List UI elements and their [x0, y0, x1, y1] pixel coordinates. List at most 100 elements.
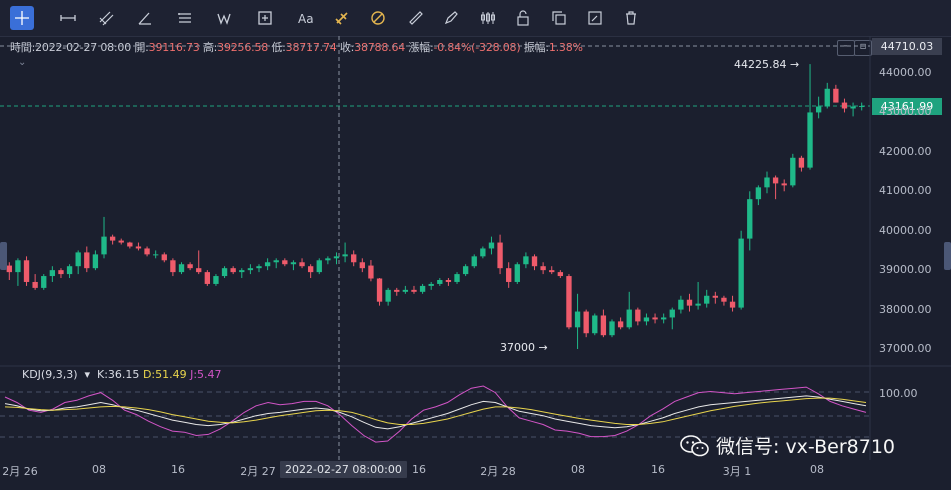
candle-body [824, 88, 830, 107]
candle-body [221, 268, 228, 277]
price-tick: 38000.00 [879, 302, 932, 316]
low-annotation: 37000 → [500, 341, 548, 354]
candle-body [445, 280, 452, 282]
candle-body [815, 106, 822, 113]
kdj-name[interactable]: KDJ(9,3,3) [22, 368, 78, 381]
candle-body [781, 183, 787, 186]
candle-body [41, 276, 47, 288]
candle-body [617, 321, 624, 328]
candle-body [385, 289, 391, 302]
watermark: 微信号: vx-Ber8710 [680, 432, 895, 459]
horizontal-line-tool-icon[interactable] [56, 6, 80, 30]
candle-body [290, 262, 297, 265]
candle-body [15, 260, 21, 273]
parallel-channel-tool-icon[interactable] [94, 6, 118, 30]
text-tool-icon[interactable]: Aa [293, 6, 317, 30]
price-tick: 42000.00 [879, 144, 932, 158]
candle-body [626, 309, 632, 328]
crosshair-time-badge: 2022-02-27 08:00:00 [280, 461, 407, 478]
right-scroll-handle[interactable] [944, 242, 951, 270]
rectangle-tool-icon[interactable] [253, 6, 277, 30]
candle-body [273, 260, 279, 263]
left-scroll-handle[interactable] [0, 242, 7, 270]
candle-body [316, 260, 322, 273]
candle-body [109, 236, 116, 241]
angle-tool-icon[interactable] [133, 6, 157, 30]
time-tick: 08 [92, 463, 106, 476]
candle-body [738, 238, 744, 308]
candle-body [118, 240, 124, 243]
candle-body [178, 264, 185, 273]
price-tick: 44000.00 [879, 66, 932, 79]
copy-icon[interactable] [547, 6, 571, 30]
candle-body [299, 262, 305, 267]
candle-body [859, 106, 865, 108]
trash-icon[interactable] [619, 6, 643, 30]
candle-body [609, 321, 615, 336]
candle-body [462, 266, 469, 275]
wave-tool-icon[interactable] [213, 6, 237, 30]
candle-body [755, 187, 762, 200]
candle-body [239, 270, 245, 273]
candle-body [643, 317, 650, 322]
candle-body [333, 256, 340, 259]
candle-body [540, 266, 546, 271]
time-tick: 08 [810, 463, 824, 476]
kdj-legend: KDJ(9,3,3) ▾ K:36.15 D:51.49 J:5.47 [22, 368, 222, 381]
ruler-icon[interactable] [404, 6, 428, 30]
magnet-strong-icon[interactable] [330, 6, 354, 30]
drawing-toolbar: Aa [0, 0, 951, 37]
kdj-dropdown-icon[interactable]: ▾ [81, 368, 94, 381]
time-axis: 2022-02-27 08:00:00 2月 26 08 16 2月 27 16 2月 2… [0, 460, 951, 490]
candle-body [686, 299, 693, 306]
candle-body [376, 278, 383, 302]
magnet-weak-icon[interactable] [366, 6, 390, 30]
candle-body [84, 252, 90, 269]
price-tick: 40000.00 [879, 223, 932, 237]
candle-body [437, 280, 443, 284]
candle-body [256, 266, 262, 269]
candle-body [747, 199, 753, 239]
candlestick-chart[interactable] [0, 36, 951, 460]
candle-body [523, 256, 529, 265]
candle-body [669, 309, 675, 318]
candle-body [6, 265, 12, 273]
candles-icon[interactable] [476, 6, 500, 30]
kdj-j-value: J:5.47 [190, 368, 222, 381]
candle-body [798, 157, 805, 168]
candle-body [368, 265, 374, 279]
candle-body [652, 317, 658, 320]
price-tick: 37000.00 [879, 342, 932, 355]
crosshair-tool-icon[interactable] [10, 6, 34, 30]
candle-body [23, 260, 30, 282]
candle-body [833, 88, 839, 103]
candle-body [135, 246, 142, 249]
candle-body [704, 295, 710, 304]
candle-body [729, 301, 736, 308]
time-tick: 16 [171, 463, 185, 476]
candle-body [325, 258, 331, 261]
pencil-lock-icon[interactable] [439, 6, 463, 30]
candle-body [75, 252, 81, 267]
candle-body [531, 256, 538, 267]
candle-body [695, 303, 701, 306]
time-tick: 08 [571, 463, 585, 476]
candle-body [66, 266, 73, 275]
kdj-axis-tick: 100.00 [879, 387, 918, 400]
candle-body [600, 315, 607, 336]
candle-body [583, 311, 589, 334]
candle-body [841, 102, 848, 109]
candle-body [712, 295, 718, 298]
fib-tool-icon[interactable] [173, 6, 197, 30]
candle-body [557, 272, 564, 277]
edit-note-icon[interactable] [583, 6, 607, 30]
lock-icon[interactable] [511, 6, 535, 30]
kdj-k-line [4, 395, 867, 430]
candle-body [153, 254, 159, 256]
candle-body [342, 254, 348, 257]
time-tick: 2月 27 [240, 465, 276, 478]
candle-body [419, 285, 426, 292]
candle-body [790, 157, 796, 186]
candle-body [549, 270, 555, 273]
kdj-d-value: D:51.49 [142, 368, 187, 381]
